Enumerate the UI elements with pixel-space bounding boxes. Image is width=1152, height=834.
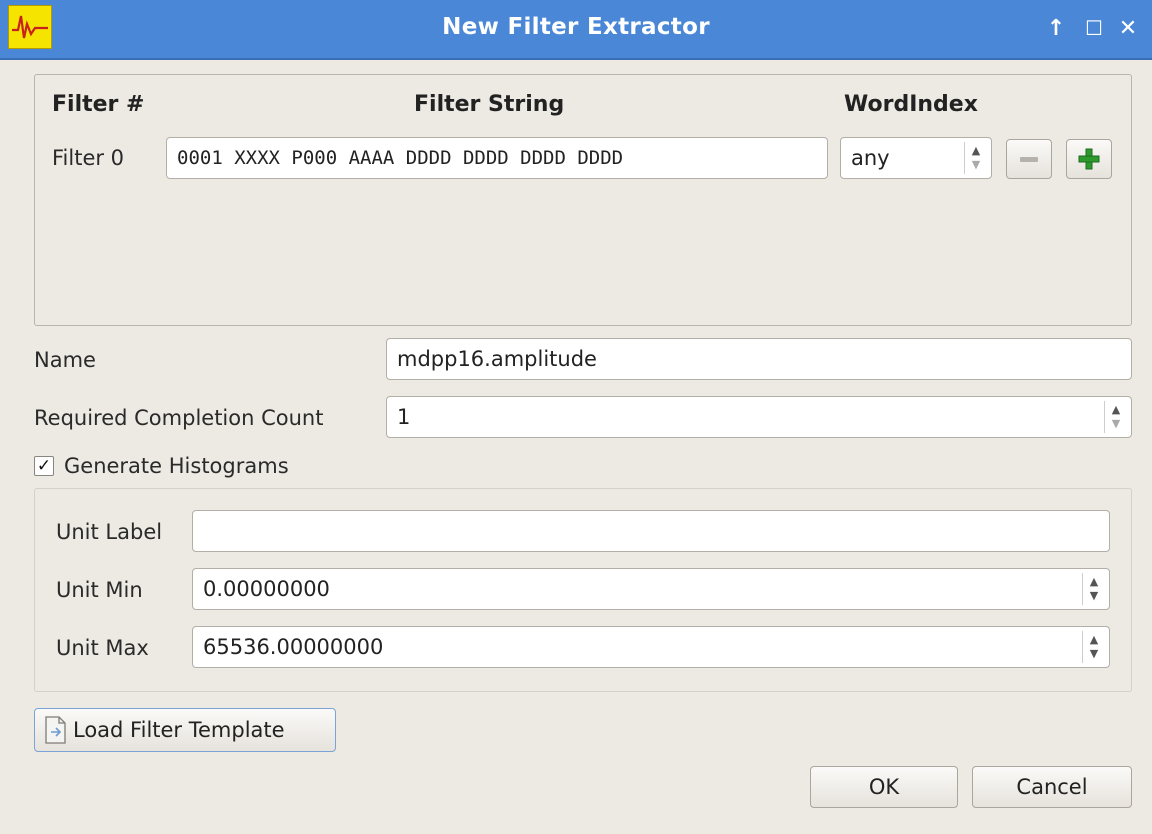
generate-histograms-label: Generate Histograms — [64, 454, 289, 478]
window-title: New Filter Extractor — [442, 14, 710, 40]
filter-extractor-dialog: New Filter Extractor ↑ ☐ ✕ Filter # Filt… — [0, 0, 1152, 834]
completion-count-spin-arrows[interactable]: ▲ ▼ — [1104, 401, 1127, 433]
add-filter-button[interactable] — [1066, 139, 1112, 179]
plus-icon — [1078, 148, 1100, 170]
wordindex-spin-arrows[interactable]: ▲ ▼ — [964, 142, 987, 174]
header-filter-string: Filter String — [414, 92, 565, 117]
name-label: Name — [34, 348, 96, 372]
completion-count-spinbox[interactable]: 1 ▲ ▼ — [386, 396, 1132, 438]
unit-min-value: 0.00000000 — [203, 577, 330, 601]
title-bar[interactable]: New Filter Extractor ↑ ☐ ✕ — [0, 0, 1152, 60]
unit-min-label: Unit Min — [56, 578, 143, 602]
remove-filter-button[interactable] — [1006, 139, 1052, 179]
load-document-icon — [45, 716, 66, 744]
minus-icon — [1020, 156, 1038, 162]
unit-max-value: 65536.00000000 — [203, 635, 384, 659]
unit-label-label: Unit Label — [56, 520, 163, 544]
unit-label-input[interactable] — [192, 510, 1110, 552]
filter-string-input[interactable]: 0001 XXXX P000 AAAA DDDD DDDD DDDD DDDD — [166, 137, 828, 179]
filter-row-label: Filter 0 — [52, 146, 125, 170]
generate-histograms-checkbox[interactable]: ✓ — [34, 456, 54, 476]
completion-count-value: 1 — [397, 405, 411, 429]
unit-max-label: Unit Max — [56, 636, 149, 660]
unit-max-spin-arrows[interactable]: ▲ ▼ — [1082, 631, 1105, 663]
completion-count-label: Required Completion Count — [34, 406, 324, 430]
close-icon[interactable]: ✕ — [1114, 14, 1142, 42]
name-input[interactable]: mdpp16.amplitude — [386, 338, 1132, 380]
wordindex-spinbox[interactable]: any ▲ ▼ — [840, 137, 992, 179]
load-filter-template-button[interactable]: Load Filter Template — [34, 708, 336, 752]
cancel-button[interactable]: Cancel — [972, 766, 1132, 808]
header-filter-number: Filter # — [52, 92, 145, 117]
pin-icon[interactable]: ↑ — [1042, 14, 1070, 42]
unit-min-spin-arrows[interactable]: ▲ ▼ — [1082, 573, 1105, 605]
unit-max-spinbox[interactable]: 65536.00000000 ▲ ▼ — [192, 626, 1110, 668]
ok-button[interactable]: OK — [810, 766, 958, 808]
unit-min-spinbox[interactable]: 0.00000000 ▲ ▼ — [192, 568, 1110, 610]
header-wordindex: WordIndex — [844, 92, 978, 117]
load-filter-template-label: Load Filter Template — [73, 718, 285, 742]
maximize-icon[interactable]: ☐ — [1080, 14, 1108, 42]
wordindex-value: any — [851, 146, 890, 170]
